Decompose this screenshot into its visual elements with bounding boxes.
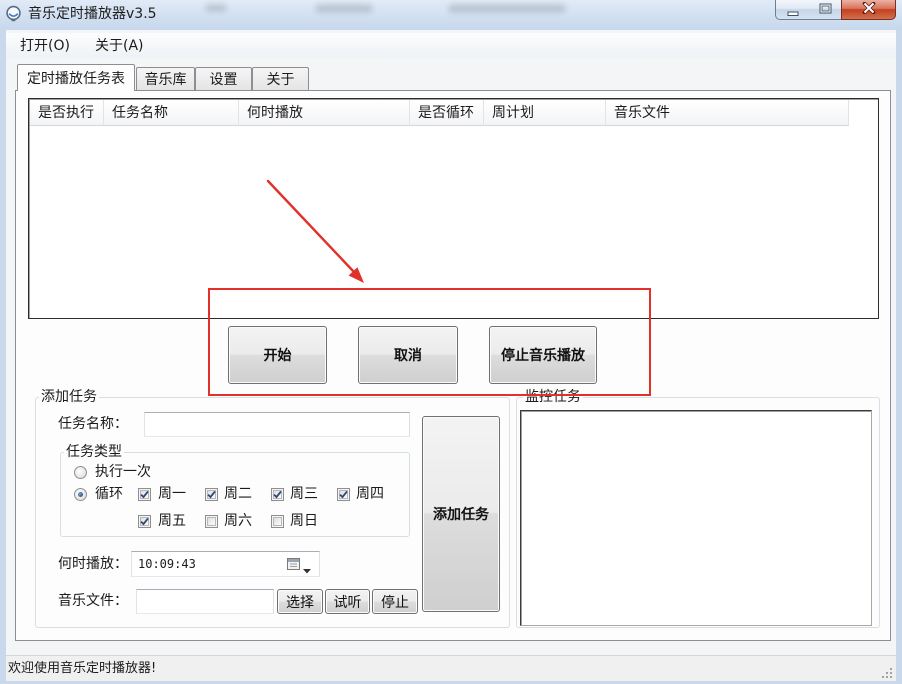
radio-loop[interactable] [74, 488, 87, 501]
tab-settings[interactable]: 设置 [195, 67, 252, 90]
column-header-loop[interactable]: 是否循环 [410, 100, 484, 126]
play-time-value[interactable]: 10:09:43 [138, 557, 196, 571]
monitor-group-title: 监控任务 [523, 389, 583, 405]
column-header-enabled[interactable]: 是否执行 [30, 100, 104, 126]
titlebar-blur [315, 4, 373, 13]
resize-grip-icon[interactable] [880, 666, 894, 680]
task-name-input[interactable] [144, 412, 410, 437]
status-text: 欢迎使用音乐定时播放器! [8, 661, 157, 676]
maximize-icon [819, 2, 832, 18]
column-header-task-name[interactable]: 任务名称 [104, 100, 239, 126]
minimize-button[interactable] [775, 0, 810, 20]
checkbox-sunday[interactable] [271, 515, 284, 528]
checkbox-friday[interactable] [138, 515, 151, 528]
column-header-play-time[interactable]: 何时播放 [239, 100, 410, 126]
checkbox-thursday-label[interactable]: 周四 [356, 486, 384, 502]
task-list[interactable]: 是否执行 任务名称 何时播放 是否循环 周计划 音乐文件 [28, 98, 879, 319]
play-time-picker[interactable]: 10:09:43 [131, 551, 320, 577]
close-icon [862, 1, 876, 18]
checkbox-monday-label[interactable]: 周一 [158, 486, 186, 502]
music-file-label: 音乐文件： [58, 593, 128, 609]
start-button[interactable]: 开始 [228, 326, 327, 384]
calendar-icon[interactable] [287, 558, 300, 574]
tab-music-library[interactable]: 音乐库 [136, 67, 195, 90]
column-header-filler [849, 100, 877, 126]
task-type-group-title: 任务类型 [64, 444, 124, 460]
maximize-button[interactable] [809, 0, 842, 20]
column-header-music-file[interactable]: 音乐文件 [606, 100, 849, 126]
preview-button[interactable]: 试听 [325, 589, 370, 614]
checkbox-wednesday-label[interactable]: 周三 [290, 486, 318, 502]
add-task-group-title: 添加任务 [39, 389, 99, 405]
stop-preview-button[interactable]: 停止 [372, 589, 418, 614]
app-icon[interactable] [5, 5, 22, 22]
music-file-input[interactable] [136, 589, 274, 614]
checkbox-thursday[interactable] [337, 488, 350, 501]
add-task-button[interactable]: 添加任务 [422, 416, 500, 612]
checkbox-wednesday[interactable] [271, 488, 284, 501]
column-header-week-plan[interactable]: 周计划 [484, 100, 606, 126]
titlebar-blur [448, 4, 566, 13]
tab-about[interactable]: 关于 [252, 67, 309, 90]
titlebar-blur [205, 4, 227, 12]
cancel-button[interactable]: 取消 [358, 326, 458, 384]
play-time-label: 何时播放： [58, 556, 128, 572]
menu-open[interactable]: 打开(O) [14, 34, 76, 58]
stop-music-button[interactable]: 停止音乐播放 [489, 326, 597, 384]
close-button[interactable] [841, 0, 896, 20]
monitor-log[interactable] [520, 410, 872, 626]
radio-run-once[interactable] [74, 466, 87, 479]
task-list-header: 是否执行 任务名称 何时播放 是否循环 周计划 音乐文件 [30, 100, 877, 126]
task-name-label: 任务名称： [58, 416, 128, 432]
checkbox-saturday-label[interactable]: 周六 [224, 513, 252, 529]
chevron-down-icon[interactable] [303, 562, 311, 578]
checkbox-sunday-label[interactable]: 周日 [290, 513, 318, 529]
checkbox-saturday[interactable] [205, 515, 218, 528]
radio-loop-label[interactable]: 循环 [95, 486, 123, 502]
radio-run-once-label[interactable]: 执行一次 [95, 464, 151, 480]
checkbox-monday[interactable] [138, 488, 151, 501]
choose-file-button[interactable]: 选择 [277, 589, 323, 614]
menu-about[interactable]: 关于(A) [89, 34, 150, 58]
checkbox-tuesday-label[interactable]: 周二 [224, 486, 252, 502]
window-title: 音乐定时播放器v3.5 [28, 6, 157, 22]
minimize-icon [787, 5, 799, 21]
checkbox-friday-label[interactable]: 周五 [158, 513, 186, 529]
tab-schedule-list[interactable]: 定时播放任务表 [17, 64, 135, 91]
radio-dot [78, 492, 83, 497]
checkbox-tuesday[interactable] [205, 488, 218, 501]
